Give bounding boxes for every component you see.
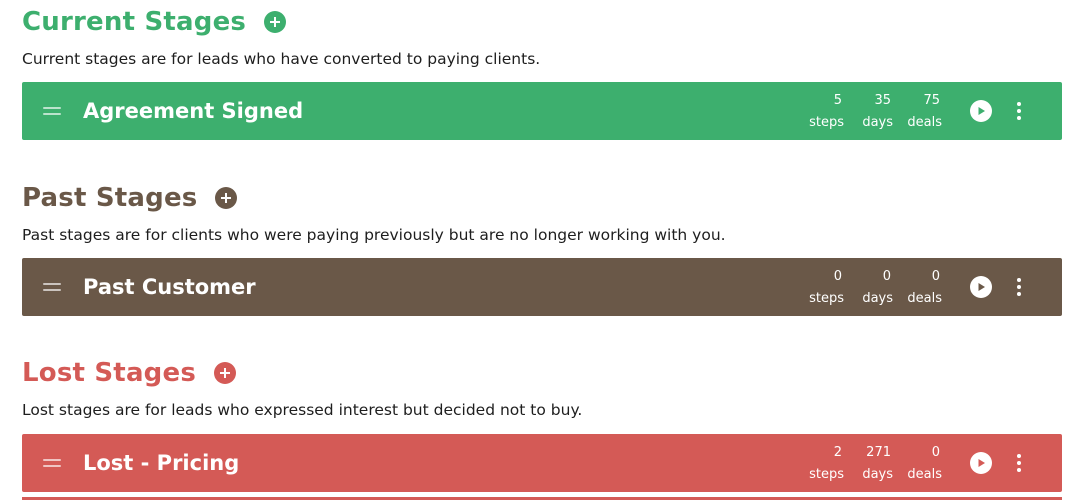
add-current-stage-button[interactable] <box>264 11 287 33</box>
lost-stages-header: Lost Stages <box>22 351 1062 395</box>
stage-stats: 5 steps 35 days 75 deals <box>791 89 942 133</box>
play-icon[interactable] <box>970 100 992 122</box>
stat-deals-label: deals <box>907 291 942 306</box>
stat-steps: 0 steps <box>806 265 844 309</box>
past-stages-description: Past stages are for clients who were pay… <box>22 226 726 244</box>
stat-deals-label: deals <box>907 467 942 482</box>
stage-stats: 0 steps 0 days 0 deals <box>791 265 942 309</box>
stat-deals: 75 deals <box>907 89 942 133</box>
stat-deals-value: 0 <box>931 445 940 460</box>
stage-row-past-customer[interactable]: Past Customer 0 steps 0 days 0 deals <box>22 258 1062 316</box>
add-past-stage-button[interactable] <box>215 187 238 209</box>
stat-deals-label: deals <box>907 115 942 130</box>
stat-days-label: days <box>862 467 893 482</box>
more-vertical-icon[interactable] <box>1012 100 1026 122</box>
drag-handle-icon[interactable] <box>43 283 61 291</box>
add-lost-stage-button[interactable] <box>214 362 237 384</box>
stage-row-agreement-signed[interactable]: Agreement Signed 5 steps 35 days 75 deal… <box>22 82 1062 140</box>
current-stages-title: Current Stages <box>22 7 247 37</box>
stat-days: 0 days <box>859 265 893 309</box>
past-stages-section: Past Stages Past stages are for clients … <box>22 176 1062 246</box>
stat-days: 35 days <box>859 89 893 133</box>
stat-steps-label: steps <box>809 115 844 130</box>
stat-steps: 5 steps <box>806 89 844 133</box>
lost-stages-description: Lost stages are for leads who expressed … <box>22 401 583 419</box>
more-vertical-icon[interactable] <box>1012 276 1026 298</box>
lost-stages-section: Lost Stages Lost stages are for leads wh… <box>22 351 1062 421</box>
play-icon[interactable] <box>970 452 992 474</box>
past-stages-title: Past Stages <box>22 183 198 213</box>
plus-icon <box>221 193 232 203</box>
stage-name: Lost - Pricing <box>83 451 240 475</box>
plus-icon <box>220 368 231 378</box>
stat-deals: 0 deals <box>907 441 942 485</box>
drag-handle-icon[interactable] <box>43 459 61 467</box>
stage-name: Past Customer <box>83 275 256 299</box>
stage-name: Agreement Signed <box>83 99 304 123</box>
stages-page: Current Stages Current stages are for le… <box>0 0 1080 500</box>
stat-steps-value: 5 <box>833 93 842 108</box>
more-vertical-icon[interactable] <box>1012 452 1026 474</box>
stat-days-label: days <box>862 115 893 130</box>
stat-days-value: 271 <box>866 445 891 460</box>
stage-stats: 2 steps 271 days 0 deals <box>791 441 942 485</box>
plus-icon <box>270 17 281 27</box>
stage-row-lost-pricing[interactable]: Lost - Pricing 2 steps 271 days 0 deals <box>22 434 1062 492</box>
drag-handle-icon[interactable] <box>43 107 61 115</box>
stat-days-label: days <box>862 291 893 306</box>
play-icon[interactable] <box>970 276 992 298</box>
stat-steps-label: steps <box>809 467 844 482</box>
lost-stages-title: Lost Stages <box>22 358 197 388</box>
stat-steps: 2 steps <box>806 441 844 485</box>
past-stages-header: Past Stages <box>22 176 1062 220</box>
current-stages-section: Current Stages Current stages are for le… <box>22 0 1062 70</box>
stat-days-value: 0 <box>882 269 891 284</box>
stat-days: 271 days <box>859 441 893 485</box>
current-stages-description: Current stages are for leads who have co… <box>22 50 541 68</box>
stat-deals-value: 75 <box>923 93 940 108</box>
current-stages-header: Current Stages <box>22 0 1062 44</box>
stat-steps-label: steps <box>809 291 844 306</box>
stat-steps-value: 0 <box>833 269 842 284</box>
stat-steps-value: 2 <box>833 445 842 460</box>
stat-deals: 0 deals <box>907 265 942 309</box>
stat-deals-value: 0 <box>931 269 940 284</box>
stat-days-value: 35 <box>874 93 891 108</box>
